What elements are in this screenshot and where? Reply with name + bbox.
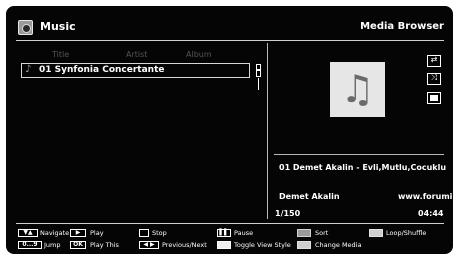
navigate-key: ▼▲ <box>18 229 38 237</box>
page-title: Music <box>40 20 76 33</box>
scrollbar-handle[interactable] <box>256 64 261 77</box>
jump-key: 0...9 <box>18 241 42 249</box>
album-art: ♫ <box>330 62 385 117</box>
track-duration: 04:44 <box>418 209 444 218</box>
footer-divider <box>16 223 444 224</box>
pause-label: Pause <box>234 229 254 237</box>
now-playing-website: www.forumi... <box>398 192 453 201</box>
now-playing-title: 01 Demet Akalin - Evli,Mutlu,Cocuklu <box>279 163 447 172</box>
track-title: 01 Synfonia Concertante <box>39 65 165 75</box>
play-this-label: Play This <box>90 241 119 249</box>
track-index: 1/150 <box>275 209 301 218</box>
now-playing-artist: Demet Akalin <box>279 192 340 201</box>
media-browser-screen: Music Media Browser Title Artist Album ♪… <box>6 6 453 254</box>
shuffle-icon[interactable]: ⤨ <box>427 73 441 85</box>
repeat-icon[interactable]: ⇄ <box>427 55 441 67</box>
loop-shuffle-key-icon <box>369 229 383 237</box>
column-header-artist[interactable]: Artist <box>126 50 147 59</box>
app-subtitle: Media Browser <box>360 21 444 32</box>
stop-icon[interactable] <box>427 92 441 104</box>
prev-next-key: ◀ ▶ <box>139 241 159 249</box>
now-playing-divider <box>274 154 444 155</box>
column-header-album[interactable]: Album <box>186 50 212 59</box>
track-list-item[interactable]: ♪ 01 Synfonia Concertante <box>21 63 250 78</box>
jump-label: Jump <box>44 241 61 249</box>
music-note-icon: ♪ <box>25 64 32 75</box>
column-header-title[interactable]: Title <box>52 50 69 59</box>
scrollbar-track[interactable] <box>258 78 259 90</box>
play-label: Play <box>90 229 104 237</box>
sort-key-icon <box>297 229 311 237</box>
play-key: ▶ <box>70 229 86 237</box>
navigate-label: Navigate <box>40 229 70 237</box>
change-media-key-icon <box>297 241 311 249</box>
toggle-view-key-icon <box>217 241 231 249</box>
ok-key: OK <box>70 241 86 249</box>
pause-key: ▌▌ <box>217 229 231 237</box>
previous-next-label: Previous/Next <box>162 241 207 249</box>
loop-shuffle-label: Loop/Shuffle <box>386 229 427 237</box>
panel-divider <box>267 43 268 219</box>
stop-label: Stop <box>152 229 167 237</box>
music-app-icon <box>18 20 33 35</box>
sort-label: Sort <box>315 229 329 237</box>
music-note-icon: ♫ <box>340 67 375 111</box>
change-media-label: Change Media <box>315 241 362 249</box>
stop-key-icon <box>139 229 149 237</box>
title-bar: Music Media Browser <box>16 19 444 41</box>
toggle-view-label: Toggle View Style <box>234 241 291 249</box>
